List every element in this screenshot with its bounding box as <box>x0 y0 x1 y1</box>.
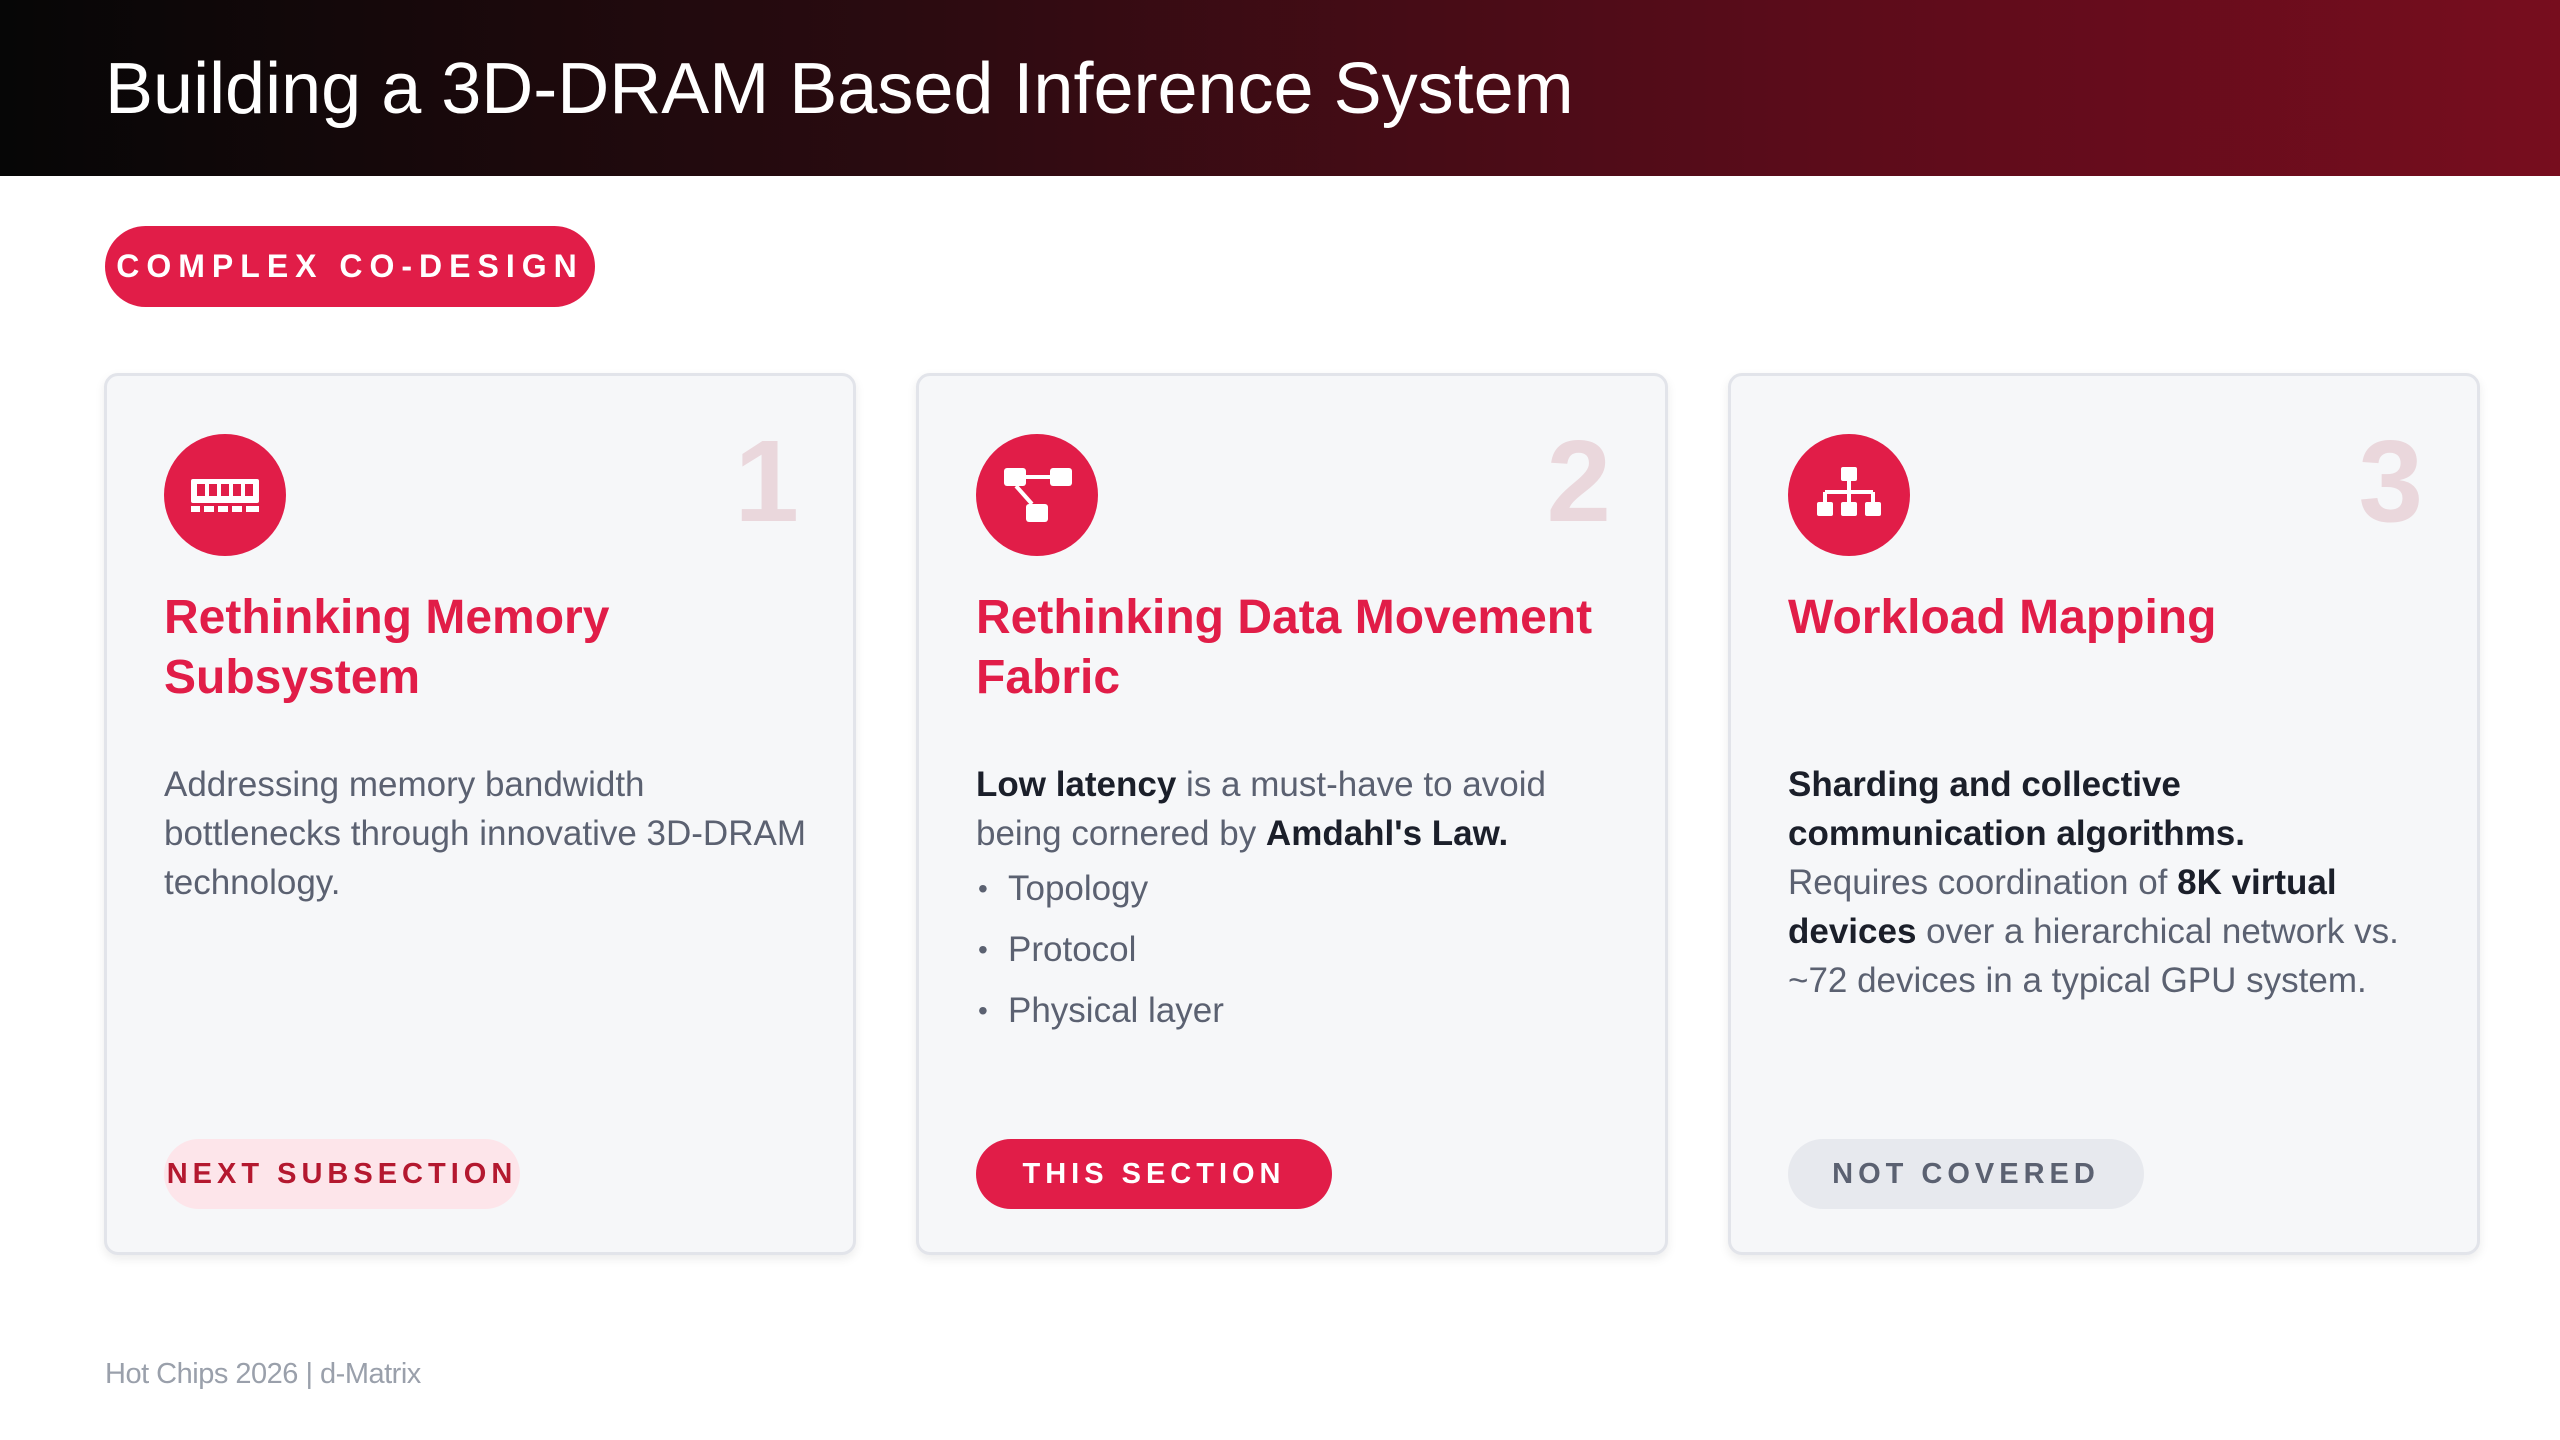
card-title: Rethinking Data Movement Fabric <box>976 591 1593 704</box>
data-flow-icon <box>976 434 1098 556</box>
list-item-label: Topology <box>1008 869 1149 908</box>
status-badge-not-covered: NOT COVERED <box>1788 1139 2144 1209</box>
memory-chip-icon <box>164 434 286 556</box>
card-number: 1 <box>734 416 799 546</box>
card-title: Rethinking Memory Subsystem <box>164 591 610 704</box>
list-item: • Topology <box>976 858 1636 919</box>
card-data-movement: 2 Rethinking Data Movement Fabric Low la… <box>916 373 1668 1255</box>
highlight-amdahls-law: Amdahl's Law. <box>1265 814 1509 853</box>
card-body-text: Addressing memory bandwidth bottlenecks … <box>164 765 806 902</box>
card-description: Addressing memory bandwidth bottlenecks … <box>164 760 824 907</box>
card-description: Low latency is a must-have to avoid bein… <box>976 760 1636 1041</box>
bullet-icon: • <box>978 934 988 965</box>
list-item-label: Physical layer <box>1008 991 1224 1030</box>
card-number: 3 <box>2358 416 2423 546</box>
list-item: • Physical layer <box>976 980 1636 1041</box>
card-body-text: Low latency is a must-have to avoid bein… <box>976 760 1636 858</box>
card-workload-mapping: 3 Workload Mapping Sharding and collecti… <box>1728 373 2480 1255</box>
card-description: Sharding and collective communication al… <box>1788 760 2448 1005</box>
hierarchy-network-icon <box>1788 434 1910 556</box>
status-badge-this-section: THIS SECTION <box>976 1139 1332 1209</box>
bullet-list: • Topology • Protocol • Physical layer <box>976 858 1636 1041</box>
page-title: Building a 3D-DRAM Based Inference Syste… <box>105 49 1574 129</box>
card-body-text: Requires coordination of 8K virtual devi… <box>1788 858 2448 1005</box>
header-banner: Building a 3D-DRAM Based Inference Syste… <box>0 0 2560 176</box>
bullet-icon: • <box>978 873 988 904</box>
footer-text: Hot Chips 2026 | d-Matrix <box>105 1358 421 1390</box>
list-item-label: Protocol <box>1008 930 1137 969</box>
bullet-icon: • <box>978 995 988 1026</box>
body-text-segment: Requires coordination of <box>1788 863 2178 902</box>
list-item: • Protocol <box>976 919 1636 980</box>
highlight-low-latency: Low latency <box>976 765 1177 804</box>
status-badge-next-subsection: NEXT SUBSECTION <box>164 1139 520 1209</box>
card-lead-text: Sharding and collective communication al… <box>1788 765 2245 853</box>
card-title: Workload Mapping <box>1788 591 2217 644</box>
section-tag: COMPLEX CO-DESIGN <box>105 226 595 307</box>
card-number: 2 <box>1546 416 1611 546</box>
card-memory-subsystem: 1 Rethinking Memory Subsystem Addressing… <box>104 373 856 1255</box>
